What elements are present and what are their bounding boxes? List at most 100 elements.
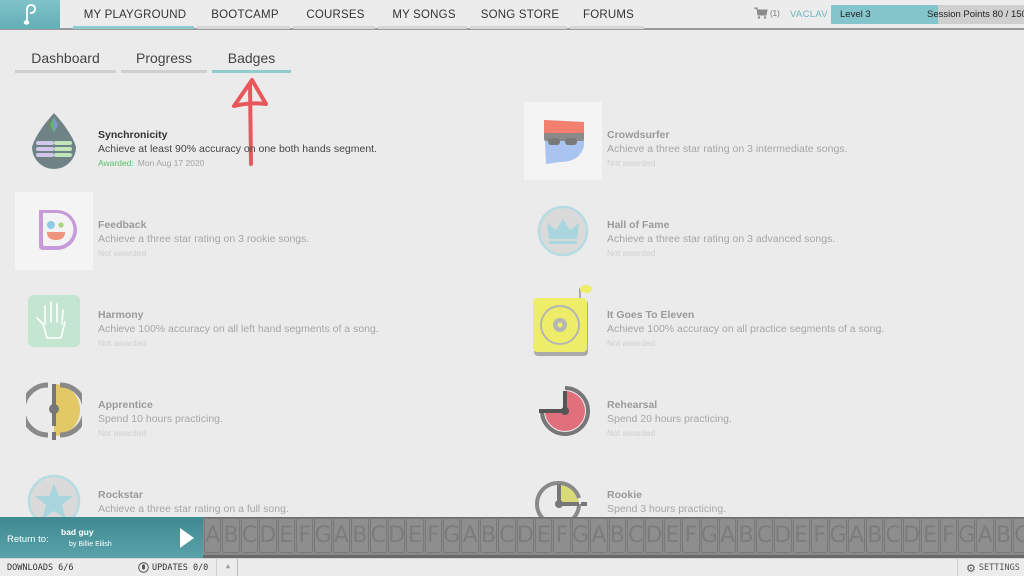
piano-key[interactable]: A (847, 518, 866, 553)
song-title: bad guy (61, 527, 94, 537)
piano-key[interactable]: G (314, 518, 332, 553)
piano-key[interactable]: B (608, 518, 626, 553)
return-label: Return to: (7, 534, 49, 545)
piano-key[interactable]: D (902, 518, 921, 553)
piano-key[interactable]: B (737, 518, 755, 553)
top-navbar: MY PLAYGROUND BOOTCAMP COURSES MY SONGS … (0, 0, 1024, 30)
settings-button[interactable]: ⚙ SETTINGS (957, 559, 1024, 576)
crown-badge-icon (537, 205, 589, 257)
piano-key[interactable]: C (240, 518, 259, 553)
piano-key[interactable]: B (222, 518, 240, 553)
piano-key[interactable]: G (829, 518, 847, 553)
piano-key[interactable]: D (774, 518, 792, 553)
piano-key[interactable]: F (295, 518, 314, 553)
caret-up-icon[interactable]: ▲ (220, 562, 236, 570)
gear-icon: ⚙ (966, 561, 976, 575)
updates-status[interactable]: UPDATES 0/0 (138, 562, 208, 573)
awarded-date: Mon Aug 17 2020 (137, 158, 205, 168)
tab-progress[interactable]: Progress (121, 50, 207, 73)
badge-description: Achieve a three star rating on a full so… (98, 503, 289, 515)
badge-hall-of-fame[interactable]: Hall of Fame Achieve a three star rating… (524, 192, 1004, 272)
piano-key[interactable]: F (682, 518, 700, 553)
nav-my-playground[interactable]: MY PLAYGROUND (73, 0, 197, 29)
badge-title: Apprentice (98, 399, 153, 411)
piano-key[interactable]: C (1013, 518, 1024, 553)
synchronicity-badge-icon (32, 113, 76, 169)
badge-harmony[interactable]: Harmony Achieve 100% accuracy on all lef… (15, 282, 495, 362)
piano-key[interactable]: E (406, 518, 424, 553)
level-progress-bar: Level 3 Session Points 80 / 150 (831, 5, 1024, 24)
downloads-status[interactable]: DOWNLOADS 6/6 (7, 563, 74, 573)
piano-key[interactable]: D (387, 518, 406, 553)
piano-key[interactable]: F (810, 518, 829, 553)
piano-key[interactable]: C (498, 518, 516, 553)
piano-key[interactable]: D (645, 518, 663, 553)
piano-key[interactable]: G (443, 518, 461, 553)
badge-description: Spend 3 hours practicing. (607, 503, 727, 515)
piano-key[interactable]: B (994, 518, 1013, 553)
piano-key[interactable]: C (626, 518, 645, 553)
piano-key[interactable]: F (939, 518, 958, 553)
settings-label: SETTINGS (978, 563, 1020, 573)
playground-subtabs: Dashboard Progress Badges (15, 50, 291, 73)
play-icon[interactable] (179, 527, 195, 549)
badge-status: Not awarded (98, 338, 147, 348)
piano-key[interactable]: F (553, 518, 571, 553)
piano-key[interactable]: E (792, 518, 810, 553)
piano-keyboard[interactable]: ABCDEFGABCDEFGABCDEFGABCDEFGABCDEFGABCDE… (203, 517, 1024, 558)
badge-title: Harmony (98, 309, 144, 321)
piano-key[interactable]: E (535, 518, 553, 553)
piano-key[interactable]: B (479, 518, 498, 553)
download-circle-icon (138, 562, 149, 573)
nav-forums[interactable]: FORUMS (570, 0, 647, 29)
piano-key[interactable]: D (516, 518, 535, 553)
cart-button[interactable]: (1) (754, 7, 780, 19)
updates-label: UPDATES 0/0 (152, 562, 209, 573)
cart-count: (1) (770, 8, 780, 18)
badge-title: Crowdsurfer (607, 129, 670, 141)
piano-key[interactable]: C (884, 518, 902, 553)
piano-key[interactable]: A (718, 518, 737, 553)
piano-key[interactable]: G (571, 518, 590, 553)
home-logo-button[interactable] (0, 0, 60, 29)
divider (216, 559, 217, 576)
badge-feedback[interactable]: Feedback Achieve a three star rating on … (15, 192, 495, 272)
nav-bootcamp[interactable]: BOOTCAMP (197, 0, 293, 29)
speaker-badge-icon (533, 285, 592, 356)
awarded-label: Awarded: (98, 158, 134, 168)
piano-key[interactable]: A (590, 518, 608, 553)
nav-courses[interactable]: COURSES (293, 0, 378, 29)
piano-key[interactable]: G (700, 518, 718, 553)
badge-it-goes-to-eleven[interactable]: It Goes To Eleven Achieve 100% accuracy … (524, 282, 1004, 362)
badge-synchronicity[interactable]: Synchronicity Achieve at least 90% accur… (15, 102, 495, 182)
piano-key[interactable]: E (277, 518, 295, 553)
piano-key[interactable]: A (204, 518, 222, 553)
music-note-icon (23, 3, 36, 25)
piano-key[interactable]: A (332, 518, 351, 553)
piano-key[interactable]: G (958, 518, 976, 553)
nav-song-store[interactable]: SONG STORE (470, 0, 570, 29)
piano-key[interactable]: B (351, 518, 369, 553)
piano-key[interactable]: F (424, 518, 443, 553)
badge-status: Not awarded (98, 248, 147, 258)
piano-key[interactable]: E (921, 518, 939, 553)
piano-key[interactable]: D (259, 518, 277, 553)
username-link[interactable]: VACLAV (790, 9, 828, 20)
nav-my-songs[interactable]: MY SONGS (378, 0, 470, 29)
return-to-song-button[interactable]: Return to: bad guy by Billie Eilish (0, 517, 203, 558)
timer-red-badge-icon (539, 386, 590, 436)
piano-key[interactable]: E (663, 518, 682, 553)
piano-key[interactable]: A (976, 518, 994, 553)
badge-title: Rookie (607, 489, 643, 501)
piano-key[interactable]: B (866, 518, 884, 553)
piano-key[interactable]: C (755, 518, 774, 553)
badge-crowdsurfer[interactable]: Crowdsurfer Achieve a three star rating … (524, 102, 1004, 182)
badge-rehearsal[interactable]: Rehearsal Spend 20 hours practicing. Not… (524, 372, 1004, 452)
piano-key[interactable]: A (461, 518, 479, 553)
tab-dashboard[interactable]: Dashboard (15, 50, 116, 73)
badge-title: It Goes To Eleven (607, 309, 695, 321)
badge-status: Not awarded (607, 428, 656, 438)
piano-key[interactable]: C (369, 518, 387, 553)
tab-badges[interactable]: Badges (212, 50, 291, 73)
badge-apprentice[interactable]: Apprentice Spend 10 hours practicing. No… (15, 372, 495, 452)
